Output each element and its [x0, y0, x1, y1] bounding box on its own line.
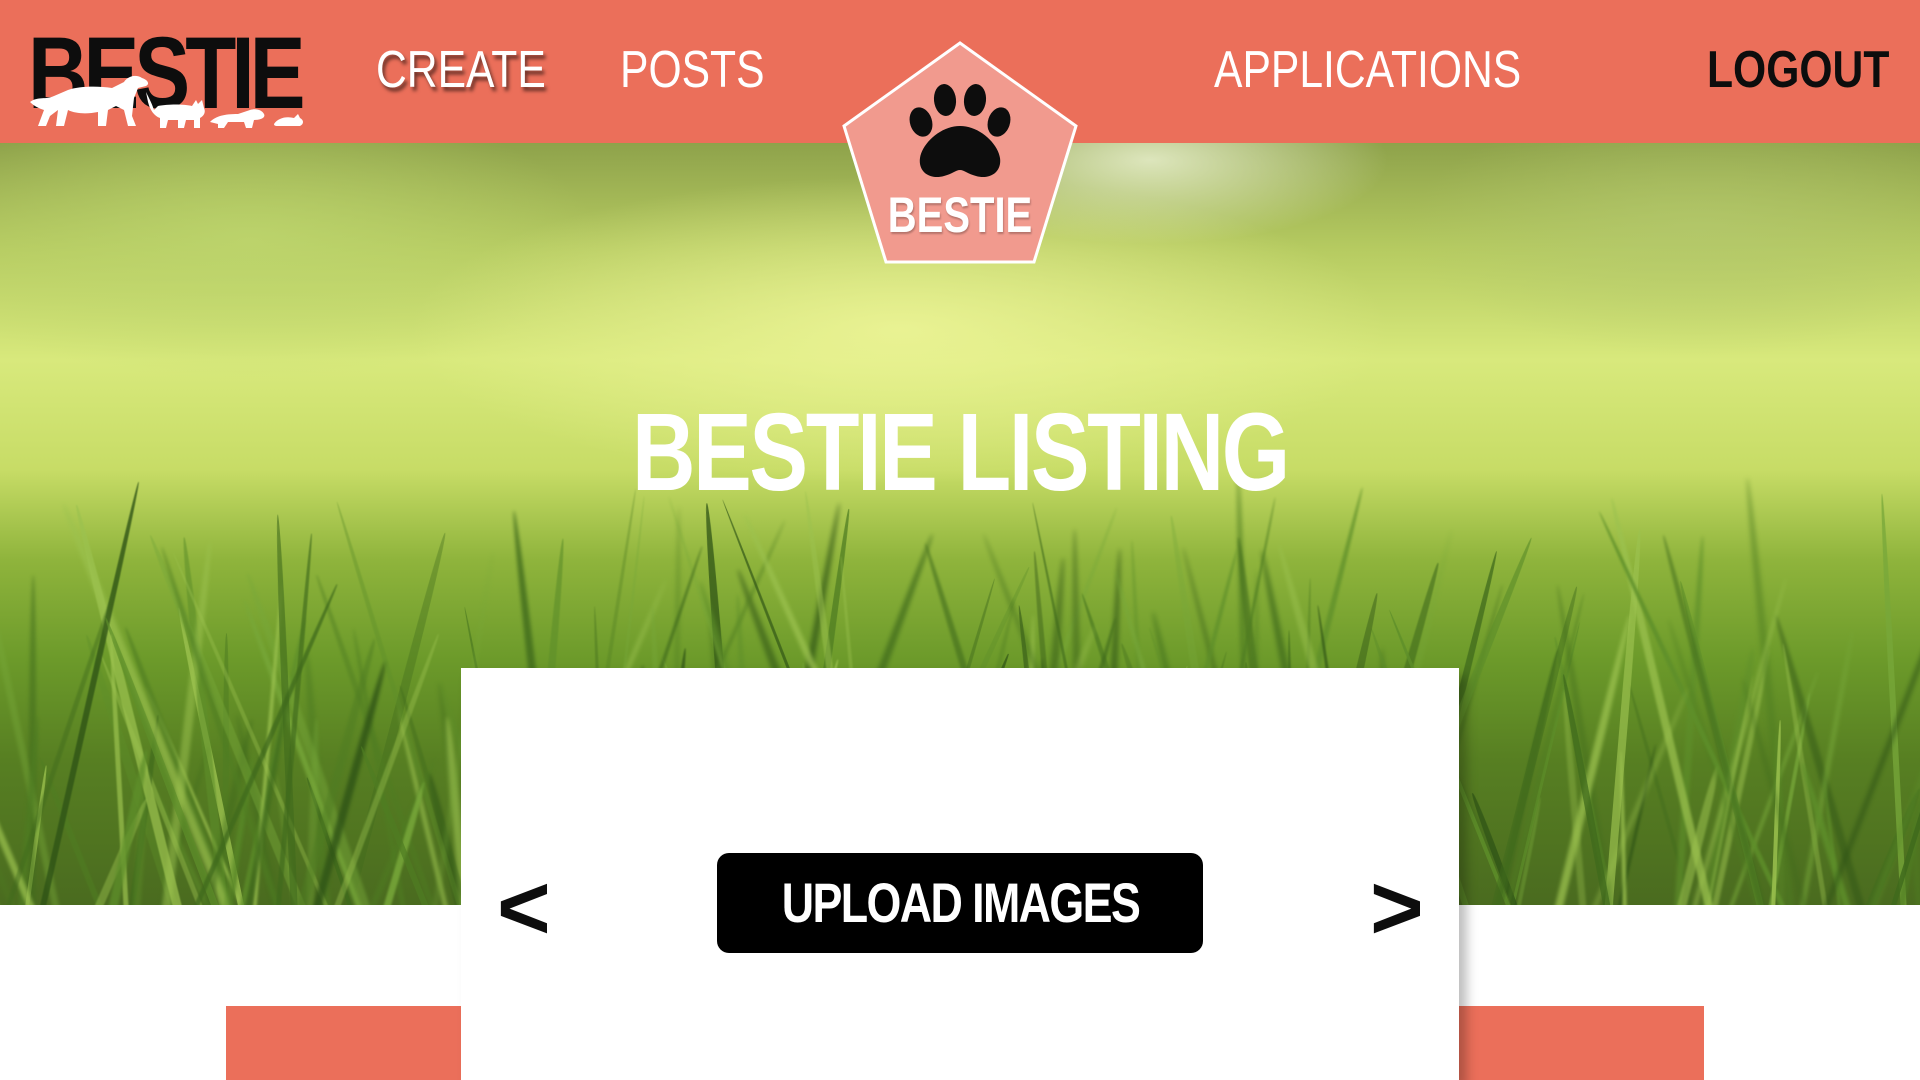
logout-link[interactable]: LOGOUT [1707, 44, 1889, 96]
nav-create-link[interactable]: CREATE [376, 44, 546, 96]
page-title-text: BESTIE LISTING [632, 391, 1290, 514]
nav-posts-link[interactable]: POSTS [620, 44, 765, 96]
previous-image-button[interactable]: < [497, 862, 551, 954]
page-title: BESTIE LISTING [0, 398, 1920, 508]
left-accent-bar [226, 1006, 466, 1080]
right-accent-bar [1454, 1006, 1704, 1080]
badge-label: BESTIE [887, 187, 1033, 243]
page: BESTIE CREATE POSTS APPLICATIONS LOGOUT [0, 0, 1920, 1080]
next-image-button[interactable]: > [1370, 862, 1424, 954]
grass-blade [1554, 584, 1615, 905]
brand-logo[interactable]: BESTIE [28, 22, 306, 128]
upload-images-button[interactable]: UPLOAD IMAGES [717, 853, 1203, 953]
animal-silhouettes-icon [30, 75, 303, 128]
upload-images-label: UPLOAD IMAGES [781, 871, 1140, 934]
bestie-badge[interactable]: BESTIE [840, 40, 1080, 268]
grass-blade [0, 658, 4, 905]
nav-applications-link[interactable]: APPLICATIONS [1214, 44, 1521, 96]
